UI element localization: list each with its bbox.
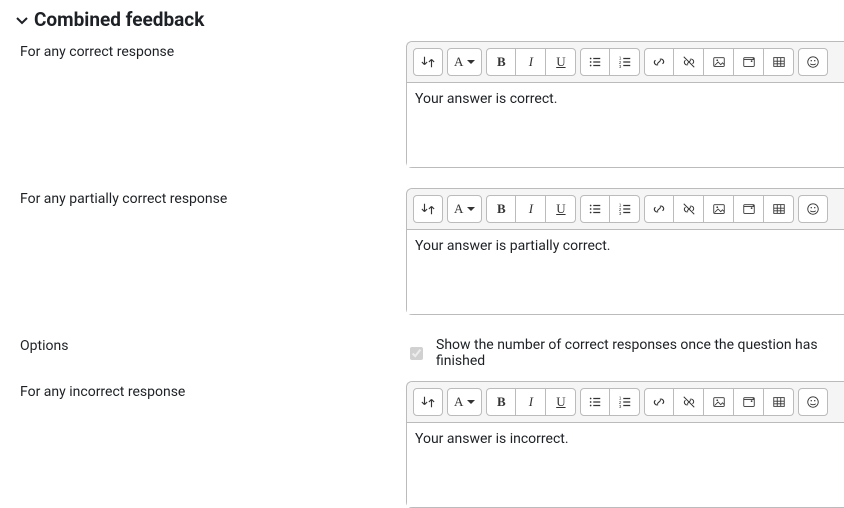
label-incorrect: For any incorrect response <box>0 375 406 411</box>
underline-button[interactable]: U <box>546 195 576 223</box>
editor-body-incorrect[interactable]: Your answer is incorrect. <box>407 423 844 507</box>
font-style-button[interactable]: A <box>447 388 482 416</box>
label-options: Options <box>0 329 406 365</box>
italic-button[interactable]: I <box>516 195 546 223</box>
row-correct: For any correct response A B I <box>0 35 844 168</box>
bold-button[interactable]: B <box>486 195 516 223</box>
caret-down-icon <box>467 207 475 211</box>
toggle-toolbar-button[interactable] <box>413 48 443 76</box>
table-button[interactable] <box>764 388 794 416</box>
ordered-list-button[interactable]: 123 <box>610 388 640 416</box>
link-button[interactable] <box>644 48 674 76</box>
italic-button[interactable]: I <box>516 48 546 76</box>
emoji-button[interactable] <box>798 388 828 416</box>
unordered-list-button[interactable] <box>580 48 610 76</box>
chevron-down-icon <box>14 12 30 28</box>
image-button[interactable] <box>704 388 734 416</box>
font-glyph: A <box>454 54 463 70</box>
toolbar-partial: A B I U 123 <box>407 189 844 230</box>
editor-body-partial[interactable]: Your answer is partially correct. <box>407 230 844 314</box>
image-button[interactable] <box>704 48 734 76</box>
caret-down-icon <box>467 400 475 404</box>
emoji-button[interactable] <box>798 195 828 223</box>
media-button[interactable] <box>734 48 764 76</box>
ordered-list-button[interactable]: 123 <box>610 195 640 223</box>
table-button[interactable] <box>764 48 794 76</box>
options-checkbox[interactable] <box>410 347 423 360</box>
svg-text:3: 3 <box>619 211 622 216</box>
link-button[interactable] <box>644 195 674 223</box>
row-partial: For any partially correct response A B <box>0 182 844 315</box>
italic-button[interactable]: I <box>516 388 546 416</box>
unlink-button[interactable] <box>674 48 704 76</box>
row-options: Options Show the number of correct respo… <box>0 329 844 369</box>
toolbar-correct: A B I U 123 <box>407 42 844 83</box>
options-checkbox-label: Show the number of correct responses onc… <box>436 337 844 369</box>
editor-incorrect: A B I U 123 <box>406 381 844 508</box>
section-header[interactable]: Combined feedback <box>0 0 844 35</box>
row-incorrect: For any incorrect response A B I <box>0 375 844 508</box>
bold-button[interactable]: B <box>486 388 516 416</box>
editor-partial: A B I U 123 <box>406 188 844 315</box>
ordered-list-button[interactable]: 123 <box>610 48 640 76</box>
toggle-toolbar-button[interactable] <box>413 388 443 416</box>
toolbar-incorrect: A B I U 123 <box>407 382 844 423</box>
underline-button[interactable]: U <box>546 388 576 416</box>
emoji-button[interactable] <box>798 48 828 76</box>
label-correct: For any correct response <box>0 35 406 71</box>
table-button[interactable] <box>764 195 794 223</box>
bold-button[interactable]: B <box>486 48 516 76</box>
editor-body-correct[interactable]: Your answer is correct. <box>407 83 844 167</box>
svg-text:3: 3 <box>619 64 622 69</box>
toggle-toolbar-button[interactable] <box>413 195 443 223</box>
unlink-button[interactable] <box>674 195 704 223</box>
label-partial: For any partially correct response <box>0 182 406 218</box>
svg-text:3: 3 <box>619 404 622 409</box>
media-button[interactable] <box>734 195 764 223</box>
unordered-list-button[interactable] <box>580 195 610 223</box>
font-style-button[interactable]: A <box>447 195 482 223</box>
font-style-button[interactable]: A <box>447 48 482 76</box>
underline-button[interactable]: U <box>546 48 576 76</box>
link-button[interactable] <box>644 388 674 416</box>
unlink-button[interactable] <box>674 388 704 416</box>
editor-correct: A B I U 123 <box>406 41 844 168</box>
image-button[interactable] <box>704 195 734 223</box>
unordered-list-button[interactable] <box>580 388 610 416</box>
media-button[interactable] <box>734 388 764 416</box>
caret-down-icon <box>467 60 475 64</box>
section-title: Combined feedback <box>34 8 204 31</box>
